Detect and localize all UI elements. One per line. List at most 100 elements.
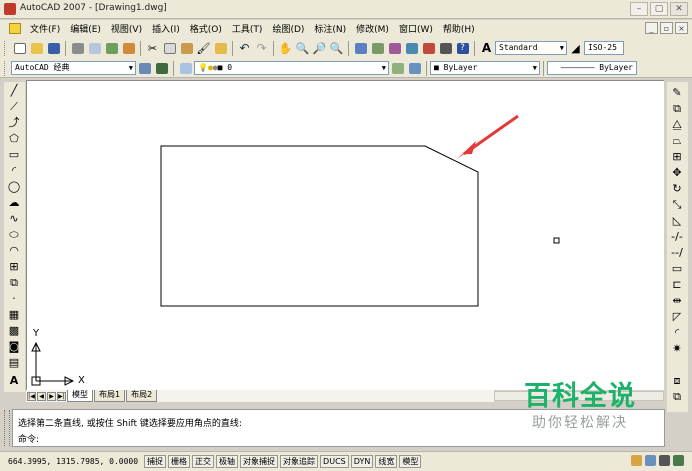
ellipse-arc-icon[interactable]: ◠ — [7, 244, 21, 258]
menu-view[interactable]: 视图(V) — [106, 22, 147, 35]
menu-window[interactable]: 窗口(W) — [394, 22, 438, 35]
polyline-icon[interactable]: ⤴ — [7, 116, 21, 130]
trim-icon[interactable]: -/- — [670, 230, 684, 244]
copy-icon[interactable] — [163, 41, 177, 55]
close-button[interactable]: ✕ — [670, 2, 688, 16]
document-icon[interactable] — [9, 23, 21, 34]
clean-screen-icon[interactable] — [673, 455, 684, 466]
extend-icon[interactable]: --/ — [670, 246, 684, 260]
lock-toolbar-icon[interactable] — [645, 455, 656, 466]
dyn-toggle[interactable]: DYN — [350, 455, 374, 468]
model-toggle[interactable]: 模型 — [399, 455, 422, 468]
prev-tab-button[interactable]: ◀ — [37, 391, 46, 401]
make-layer-current-icon[interactable] — [391, 61, 405, 75]
copy-object-icon[interactable]: ⧉ — [670, 102, 684, 116]
menu-help[interactable]: 帮助(H) — [438, 22, 480, 35]
rectangle-icon[interactable]: ▭ — [7, 148, 21, 162]
doc-restore-button[interactable]: ▫ — [660, 22, 673, 34]
menu-insert[interactable]: 插入(I) — [147, 22, 185, 35]
ducs-toggle[interactable]: DUCS — [320, 455, 349, 468]
layer-manager-icon[interactable] — [179, 61, 193, 75]
snap-toggle[interactable]: 捕捉 — [144, 455, 167, 468]
minimize-button[interactable]: – — [630, 2, 648, 16]
mirror-icon[interactable]: ⧋ — [670, 118, 684, 132]
break-icon[interactable]: ⊏ — [670, 278, 684, 292]
drawing-canvas[interactable]: Y X — [26, 80, 664, 390]
doc-minimize-button[interactable]: _ — [645, 22, 658, 34]
point-icon[interactable]: · — [7, 292, 21, 306]
tab-model[interactable]: 模型 — [67, 390, 93, 402]
menu-dimension[interactable]: 标注(N) — [309, 22, 351, 35]
erase-icon[interactable]: ✎ — [670, 86, 684, 100]
line-icon[interactable]: ╱ — [7, 84, 21, 98]
array-icon[interactable]: ⊞ — [670, 150, 684, 164]
etransmit-icon[interactable] — [122, 41, 136, 55]
menu-draw[interactable]: 绘图(D) — [267, 22, 309, 35]
ellipse-icon[interactable]: ⬭ — [7, 228, 21, 242]
menu-file[interactable]: 文件(F) — [25, 22, 65, 35]
dim-style-select[interactable]: ISO-25 — [584, 41, 624, 55]
layer-previous-icon[interactable] — [408, 61, 422, 75]
join-icon[interactable]: ⇹ — [670, 294, 684, 308]
workspace-select[interactable]: AutoCAD 经典 ▼ — [11, 61, 136, 75]
command-window-grip[interactable] — [4, 410, 10, 446]
ortho-toggle[interactable]: 正交 — [192, 455, 215, 468]
block-editor-icon[interactable] — [214, 41, 228, 55]
toolbar-grip[interactable] — [4, 40, 8, 56]
color-select[interactable]: ■ ByLayer ▼ — [430, 61, 540, 75]
layer-properties-icon[interactable]: ⧉ — [670, 390, 684, 404]
layer-select[interactable]: 💡●●■ 0 ▼ — [194, 61, 389, 75]
table-icon[interactable]: ▤ — [7, 356, 21, 370]
menu-format[interactable]: 格式(O) — [185, 22, 227, 35]
menu-tools[interactable]: 工具(T) — [227, 22, 268, 35]
multiline-text-icon[interactable]: A — [7, 374, 21, 388]
zoom-window-icon[interactable]: 🔎 — [313, 41, 327, 55]
text-style-select[interactable]: Standard ▼ — [495, 41, 567, 55]
coordinate-readout[interactable]: 664.3995, 1315.7985, 0.0000 — [0, 457, 144, 466]
doc-close-button[interactable]: × — [675, 22, 688, 34]
fillet-icon[interactable]: ◜ — [670, 326, 684, 340]
zoom-previous-icon[interactable]: 🔍 — [330, 41, 344, 55]
scale-icon[interactable]: ⤡ — [670, 198, 684, 212]
save-icon[interactable] — [47, 41, 61, 55]
last-tab-button[interactable]: ▶| — [57, 391, 66, 401]
make-block-icon[interactable]: ⧉ — [7, 276, 21, 290]
markup-icon[interactable] — [422, 41, 436, 55]
revision-cloud-icon[interactable]: ☁ — [7, 196, 21, 210]
offset-icon[interactable]: ⏢ — [670, 134, 684, 148]
paste-icon[interactable] — [180, 41, 194, 55]
tab-layout2[interactable]: 布局2 — [126, 390, 158, 402]
otrack-toggle[interactable]: 对象追踪 — [280, 455, 319, 468]
osnap-toggle[interactable]: 对象捕捉 — [240, 455, 279, 468]
autocad-app-icon[interactable] — [4, 3, 16, 15]
properties-icon[interactable] — [354, 41, 368, 55]
design-center-icon[interactable] — [371, 41, 385, 55]
match-properties-icon[interactable]: 🖌 — [197, 41, 211, 55]
open-file-icon[interactable] — [30, 41, 44, 55]
pan-icon[interactable]: ✋ — [279, 41, 293, 55]
first-tab-button[interactable]: |◀ — [27, 391, 36, 401]
circle-icon[interactable]: ◯ — [7, 180, 21, 194]
region-icon[interactable]: ◙ — [7, 340, 21, 354]
arc-icon[interactable]: ◜ — [7, 164, 21, 178]
stretch-icon[interactable]: ◺ — [670, 214, 684, 228]
polar-toggle[interactable]: 极轴 — [216, 455, 239, 468]
break-at-point-icon[interactable]: ▭ — [670, 262, 684, 276]
workspace-save-icon[interactable] — [155, 61, 169, 75]
hatch-icon[interactable]: ▦ — [7, 308, 21, 322]
linetype-select[interactable]: ——————— ByLayer — [547, 61, 637, 75]
workspace-settings-icon[interactable] — [138, 61, 152, 75]
tool-palettes-icon[interactable] — [388, 41, 402, 55]
chamfered-rectangle-shape[interactable] — [160, 145, 479, 307]
rotate-icon[interactable]: ↻ — [670, 182, 684, 196]
zoom-realtime-icon[interactable]: 🔍 — [296, 41, 310, 55]
help-icon[interactable]: ? — [456, 41, 470, 55]
gradient-icon[interactable]: ▩ — [7, 324, 21, 338]
insert-block-icon[interactable]: ⊞ — [7, 260, 21, 274]
communication-center-icon[interactable] — [631, 455, 642, 466]
next-tab-button[interactable]: ▶ — [47, 391, 56, 401]
publish-icon[interactable] — [105, 41, 119, 55]
polygon-icon[interactable]: ⬠ — [7, 132, 21, 146]
cut-icon[interactable]: ✂ — [146, 41, 160, 55]
lineweight-toggle[interactable]: 线宽 — [375, 455, 398, 468]
